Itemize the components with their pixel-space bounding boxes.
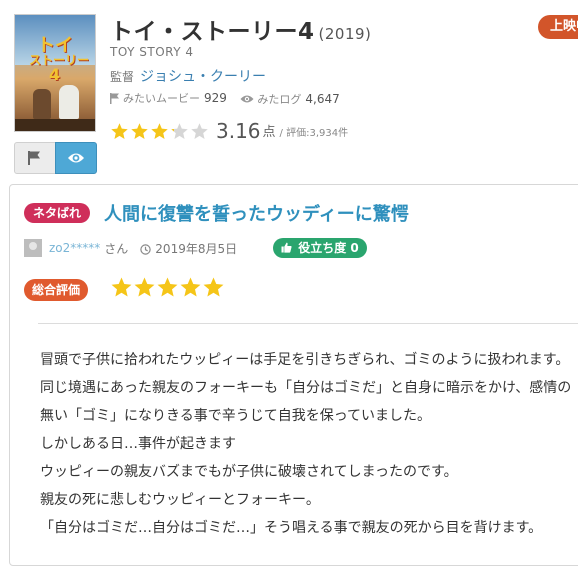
average-star-icon-1 [111,123,128,139]
poster-figure-woody [33,89,51,119]
review-paragraph: 同じ境遇にあった親友のフォーキーも「自分はゴミだ」と自身に暗示をかけ、感情の [40,380,572,396]
review-paragraph: しかしある日…事件が起きます [40,436,236,452]
eye-icon [240,95,254,102]
seen-stat: みたログ 4,647 [240,91,340,107]
review-paragraph: 冒頭で子供に拾われたウッピィーは手足を引きちぎられ、ゴミのように扱われます。 [40,352,570,368]
clock-icon [140,243,151,255]
overall-rating-label: 総合評価 [24,279,89,301]
average-star-icon-4 [171,123,188,139]
avatar[interactable] [24,239,42,257]
poster-logo-number: 4 [49,65,61,84]
want-to-see-button[interactable] [14,142,56,174]
average-star-icon-2 [131,123,148,139]
review-meta: zo2***** さん 2019年8月5日 [24,239,237,257]
review-title[interactable]: 人間に復讐を誓ったウッディーに驚愕 [104,200,409,226]
thumbs-up-icon [281,242,292,253]
average-star-icon-5 [191,123,208,139]
want-count: 929 [204,91,227,105]
overall-star-icon-1 [111,277,132,297]
review-paragraph: ウッピィーの親友バズまでもが子供に破壊されてしまったのです。 [40,464,458,480]
helpful-label: 役立ち度 0 [298,241,359,255]
review-body: 冒頭で子供に拾われたウッピィーは手足を引きちぎられ、ゴミのように扱われます。 同じ… [40,346,578,542]
movie-year: (2019) [318,25,372,43]
movie-poster[interactable]: トイ ストーリー 4 [14,14,96,132]
spoiler-badge: ネタばれ [24,203,91,223]
seen-label: みたログ [257,92,302,106]
overall-star-icon-5 [203,277,224,297]
flag-icon [28,151,40,165]
overall-rating-stars [110,276,225,299]
review-paragraph: 無い「ゴミ」になりきる事で辛うじて自我を保っていました。 [40,408,432,424]
flag-icon [110,92,119,104]
average-rating: 3.16 点 / 評価:3,934件 [110,119,348,145]
review-date-text: 2019年8月5日 [155,241,238,256]
english-title: TOY STORY 4 [110,45,194,59]
seen-count: 4,647 [305,91,340,106]
review-username[interactable]: zo2***** [49,241,100,255]
movie-title-text: トイ・ストーリー4 [110,19,315,45]
now-showing-badge: 上映中 [538,15,578,39]
want-label: みたいムービー [123,92,200,105]
overall-star-icon-4 [180,277,201,297]
overall-star-icon-3 [157,277,178,297]
username-suffix: さん [104,241,129,256]
director-link[interactable]: ジョシュ・クーリー [140,69,266,85]
average-star-icon-3 [151,123,168,139]
review-date: 2019年8月5日 [140,242,237,256]
review-divider [38,323,578,324]
review-paragraph: 親友の死に悲しむウッピィーとフォーキー。 [40,492,320,508]
want-stat: みたいムービー 929 [110,90,227,106]
review-paragraph: 「自分はゴミだ…自分はゴミだ…」そう唱える事で親友の死から目を背けます。 [40,520,543,536]
eye-icon [68,153,84,163]
rating-count: / 評価:3,934件 [279,127,349,139]
score-unit: 点 [262,124,276,140]
director-row: 監督 ジョシュ・クーリー [110,66,266,86]
poster-figure-forky [59,85,79,119]
poster-ground [15,119,95,131]
average-rating-stars [110,121,210,141]
movie-title: トイ・ストーリー4 (2019) [110,12,371,46]
movie-stats: みたいムービー 929 みたログ 4,647 [110,90,350,107]
overall-star-icon-2 [134,277,155,297]
director-label: 監督 [110,70,135,84]
helpful-button[interactable]: 役立ち度 0 [273,238,367,258]
seen-log-button[interactable] [55,142,97,174]
average-score: 3.16 [216,119,261,143]
